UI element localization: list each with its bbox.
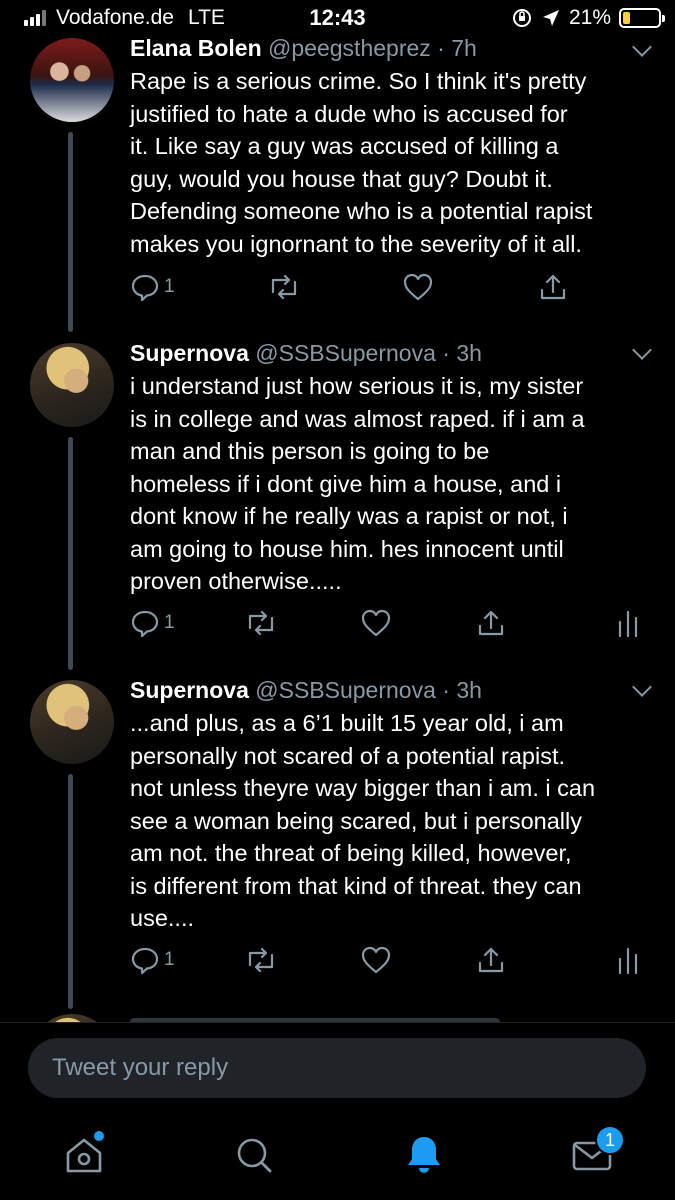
tweet-actions: 1	[130, 608, 650, 642]
handle[interactable]: @SSBSupernova	[255, 677, 436, 703]
tweet-line: i understand just how serious it is, my …	[130, 373, 584, 399]
reply-input[interactable]: Tweet your reply	[28, 1038, 646, 1098]
share-button[interactable]	[538, 272, 568, 302]
analytics-button[interactable]	[616, 608, 640, 638]
tweet-line: not unless theyre way bigger than i am. …	[130, 775, 596, 801]
retweet-button[interactable]	[245, 608, 277, 638]
tweet-line: proven otherwise.....	[130, 568, 342, 594]
tab-search[interactable]	[230, 1131, 278, 1179]
tab-home[interactable]	[60, 1131, 108, 1179]
share-icon	[478, 947, 504, 973]
reply-icon	[131, 610, 159, 638]
new-content-dot	[94, 1131, 104, 1141]
retweet-button[interactable]	[268, 272, 300, 302]
messages-badge: 1	[595, 1125, 625, 1155]
heart-icon	[361, 946, 391, 974]
reply-button[interactable]: 1	[130, 608, 175, 638]
reply-count: 1	[164, 949, 175, 970]
tweet-text: ...and plus, as a 6’1 built 15 year old,…	[130, 707, 660, 935]
tab-notifications[interactable]	[400, 1131, 448, 1179]
tweet-line: use....	[130, 905, 195, 931]
handle[interactable]: @peegstheprez	[268, 35, 431, 61]
tweet-line: am going to house him. hes innocent unti…	[130, 535, 564, 562]
analytics-icon	[618, 610, 638, 638]
tweet-line: it. Like say a guy was accused of killin…	[130, 133, 559, 159]
tweet-line: guy, would you house that guy? Doubt it.	[130, 165, 553, 192]
status-bar: Vodafone.de LTE 12:43 21%	[0, 0, 675, 38]
display-name[interactable]: Elana Bolen	[130, 35, 262, 61]
tweet-actions: 1	[130, 272, 650, 306]
orientation-lock-icon	[512, 9, 531, 27]
search-icon	[237, 1138, 272, 1173]
reply-button[interactable]: 1	[130, 945, 175, 975]
timestamp: · 7h	[437, 35, 477, 61]
notifications-icon	[408, 1137, 440, 1173]
chevron-down-icon[interactable]	[632, 677, 652, 697]
tweet-line: dont know if he really was a rapist or n…	[130, 503, 568, 529]
handle[interactable]: @SSBSupernova	[255, 340, 436, 366]
avatar[interactable]	[30, 38, 114, 122]
like-button[interactable]	[360, 945, 392, 975]
heart-icon	[403, 273, 433, 301]
thread-line	[68, 437, 73, 670]
tweet-header: Elana Bolen @peegstheprez · 7h	[130, 35, 477, 62]
retweet-button[interactable]	[245, 945, 277, 975]
status-right: 21%	[511, 6, 665, 30]
share-icon	[540, 274, 566, 300]
share-button[interactable]	[476, 608, 506, 638]
tab-bar: 1	[0, 1125, 675, 1185]
tweet-line: ...and plus, as a 6’1 built 15 year old,…	[130, 710, 564, 736]
tweet-line: personally not scared of a potential rap…	[130, 742, 566, 769]
reply-button[interactable]: 1	[130, 272, 175, 302]
tweet-text: Rape is a serious crime. So I think it's…	[130, 65, 660, 260]
analytics-button[interactable]	[616, 945, 640, 975]
share-button[interactable]	[476, 945, 506, 975]
chevron-down-icon[interactable]	[632, 37, 652, 57]
tweet-line: Defending someone who is a potential rap…	[130, 198, 593, 224]
tweet-line: am not. the threat of being killed, howe…	[130, 840, 572, 866]
reply-count: 1	[164, 276, 175, 297]
thread-line	[68, 774, 73, 1009]
avatar[interactable]	[30, 343, 114, 427]
thread-line	[68, 132, 73, 332]
timestamp: · 3h	[442, 677, 482, 703]
location-icon	[542, 10, 559, 26]
tweet-line: justified to hate a dude who is accused …	[130, 100, 568, 127]
share-icon	[478, 610, 504, 636]
tab-messages[interactable]: 1	[568, 1125, 625, 1179]
like-button[interactable]	[402, 272, 434, 302]
tweet-header: Supernova @SSBSupernova · 3h	[130, 677, 482, 704]
tweet-line: makes you ignornant to the severity of i…	[130, 230, 582, 257]
reply-count: 1	[164, 612, 175, 633]
heart-icon	[361, 609, 391, 637]
tweet-line: see a woman being scared, but i personal…	[130, 807, 582, 834]
tweet-header: Supernova @SSBSupernova · 3h	[130, 340, 482, 367]
timestamp: · 3h	[442, 340, 482, 366]
display-name[interactable]: Supernova	[130, 677, 249, 703]
analytics-icon	[618, 947, 638, 975]
tweet-line: Rape is a serious crime. So I think it's…	[130, 68, 587, 94]
chevron-down-icon[interactable]	[632, 340, 652, 360]
retweet-icon	[271, 274, 297, 300]
tweet-text: i understand just how serious it is, my …	[130, 370, 660, 598]
tweet-line: is different from that kind of threat. t…	[130, 872, 582, 899]
display-name[interactable]: Supernova	[130, 340, 249, 366]
like-button[interactable]	[360, 608, 392, 638]
retweet-icon	[248, 610, 274, 636]
reply-icon	[131, 947, 159, 975]
retweet-icon	[248, 947, 274, 973]
avatar[interactable]	[30, 680, 114, 764]
reply-icon	[131, 274, 159, 302]
tweet-actions: 1	[130, 945, 650, 979]
tweet-line: homeless if i dont give him a house, and…	[130, 470, 562, 497]
tweet-line: is in college and was almost raped. if i…	[130, 405, 585, 432]
battery-icon	[619, 8, 665, 28]
battery-percent: 21%	[568, 6, 611, 29]
tweet-line: man and this person is going to be	[130, 438, 490, 464]
